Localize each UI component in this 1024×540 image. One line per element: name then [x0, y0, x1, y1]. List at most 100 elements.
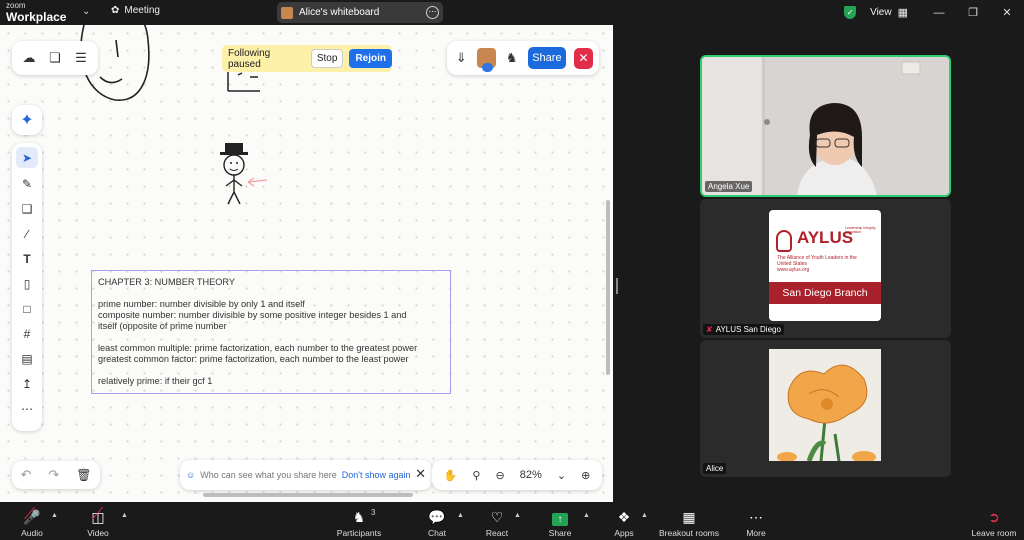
- more-icon[interactable]: ⋯: [16, 400, 38, 418]
- trash-icon[interactable]: 🗑: [76, 468, 91, 482]
- video-options-caret[interactable]: ▲: [121, 512, 128, 519]
- panel-splitter[interactable]: [616, 278, 618, 294]
- chat-label: Chat: [428, 528, 446, 538]
- undo-redo-panel: ↶ ↷ 🗑: [12, 461, 100, 489]
- mic-muted-icon: ✘: [706, 325, 713, 334]
- paw-icon: ✿: [111, 5, 120, 16]
- chevron-down-icon[interactable]: ⌄: [82, 6, 90, 17]
- select-icon[interactable]: ➤: [16, 147, 38, 168]
- react-options-caret[interactable]: ▲: [514, 512, 521, 519]
- dismiss-icon[interactable]: ✕: [415, 466, 426, 482]
- shapes-icon[interactable]: ❑: [16, 200, 38, 218]
- participant-name: Angela Xue: [708, 182, 750, 191]
- meeting-controls-bar: 🎤 ⟋ Audio ▲ ◫ ⟋ Video ▲ ♞ Participants 3 💬…: [0, 502, 1024, 540]
- following-paused-banner: Following paused Stop Rejoin: [222, 45, 392, 72]
- comment-icon[interactable]: □: [16, 300, 38, 318]
- breakout-grid-icon: ▦: [682, 509, 696, 525]
- participants-count: 3: [371, 508, 376, 517]
- chevron-down-icon[interactable]: ⌄: [557, 469, 566, 482]
- whiteboard-canvas[interactable]: CHAPTER 3: NUMBER THEORY prime number: n…: [0, 25, 613, 502]
- presenter-avatar[interactable]: [477, 48, 496, 72]
- grid-view-icon[interactable]: ▦: [898, 6, 908, 19]
- undo-icon[interactable]: ↶: [20, 467, 31, 483]
- share-button[interactable]: Share: [527, 47, 566, 69]
- number-theory-textbox[interactable]: CHAPTER 3: NUMBER THEORY prime number: n…: [91, 270, 451, 394]
- whiteboard-tab[interactable]: Alice's whiteboard ⋯: [277, 2, 443, 23]
- participants-label: Participants: [336, 528, 382, 538]
- apps-icon: ❖: [617, 509, 631, 525]
- line-icon[interactable]: ∕: [16, 225, 38, 243]
- more-button[interactable]: ⋯ More: [726, 507, 786, 538]
- frame-icon[interactable]: #: [16, 325, 38, 343]
- share-label: Share: [548, 528, 572, 538]
- flower-painting: [769, 349, 881, 461]
- upload-icon[interactable]: ↥: [16, 375, 38, 393]
- pages-icon[interactable]: ❏: [46, 49, 64, 67]
- textbox-line: prime number: number divisible by only 1…: [98, 299, 305, 309]
- video-tile-angela[interactable]: Angela Xue: [700, 55, 951, 197]
- dont-show-again-link[interactable]: Don't show again: [342, 470, 411, 480]
- more-options-icon[interactable]: ⋯: [426, 6, 439, 19]
- video-slash-icon: ⟋: [92, 506, 104, 523]
- leave-label: Leave room: [971, 528, 1017, 538]
- minimize-icon[interactable]: —: [922, 7, 956, 19]
- participant-name-caption: Alice: [703, 463, 727, 474]
- text-icon[interactable]: T: [16, 250, 38, 268]
- rejoin-button[interactable]: Rejoin: [349, 49, 392, 68]
- breakout-label: Breakout rooms: [659, 528, 719, 538]
- textbox-line: least common multiple: prime factorizati…: [98, 343, 418, 353]
- aylus-profile-image: AYLUS Leadership Integrity Innovation Th…: [769, 210, 881, 321]
- hand-icon[interactable]: ✋: [444, 469, 458, 482]
- video-tile-alice[interactable]: Alice: [700, 340, 951, 477]
- video-button[interactable]: ◫ ⟋ Video: [68, 506, 128, 538]
- participant-video: [702, 57, 949, 195]
- close-window-icon[interactable]: ✕: [990, 6, 1024, 19]
- zoom-in-icon[interactable]: ⊕: [581, 469, 590, 482]
- textbox-line: composite number: number divisible by so…: [98, 310, 407, 320]
- redo-icon[interactable]: ↷: [48, 467, 59, 483]
- participant-name: AYLUS San Diego: [715, 325, 781, 334]
- participant-name-caption: Angela Xue: [705, 181, 753, 192]
- security-shield-icon[interactable]: ✓: [844, 6, 857, 19]
- textbox-title: CHAPTER 3: NUMBER THEORY: [98, 277, 235, 287]
- meeting-menu[interactable]: ✿ Meeting: [111, 5, 160, 16]
- zoom-level[interactable]: 82%: [520, 469, 542, 481]
- audio-options-caret[interactable]: ▲: [51, 512, 58, 519]
- view-menu[interactable]: View: [870, 7, 892, 18]
- more-label: More: [746, 528, 766, 538]
- react-label: React: [485, 528, 509, 538]
- restore-icon[interactable]: ❐: [956, 6, 990, 19]
- chat-options-caret[interactable]: ▲: [457, 512, 464, 519]
- whiteboard-thumbnail: [281, 6, 293, 19]
- aylus-tagline: Leadership Integrity Innovation: [845, 226, 876, 234]
- share-screen-icon: ↑: [552, 513, 568, 526]
- tool-palette: ➤ ✎ ❑ ∕ T ▯ □ # ▤ ↥ ⋯: [12, 143, 42, 431]
- branch-band: San Diego Branch: [769, 282, 881, 304]
- hamburger-menu-icon[interactable]: ☰: [72, 49, 90, 67]
- eye-icon: [482, 63, 494, 72]
- locate-icon[interactable]: ⚲: [472, 469, 480, 482]
- share-screen-button[interactable]: ↑ Share: [530, 507, 590, 538]
- collapse-chevron-icon[interactable]: ⇓: [453, 49, 469, 67]
- logo-bottom-text: Workplace: [6, 10, 67, 24]
- board-menu-panel: ☁ ❏ ☰: [12, 41, 98, 75]
- pen-icon[interactable]: ✎: [16, 175, 38, 193]
- sticky-note-icon[interactable]: ▯: [16, 275, 38, 293]
- collaborators-icon[interactable]: ♞: [504, 49, 520, 67]
- stop-button[interactable]: Stop: [310, 49, 344, 68]
- breakout-rooms-button[interactable]: ▦ Breakout rooms: [659, 507, 719, 538]
- share-options-caret[interactable]: ▲: [583, 512, 590, 519]
- more-icon: ⋯: [749, 509, 763, 525]
- close-icon[interactable]: ✕: [573, 47, 594, 69]
- zoom-out-icon[interactable]: ⊖: [495, 469, 504, 482]
- leave-room-button[interactable]: ➲ Leave room: [964, 507, 1024, 538]
- horizontal-scrollbar[interactable]: [203, 493, 413, 497]
- template-icon[interactable]: ▤: [16, 350, 38, 368]
- ai-sparkle-icon[interactable]: ✦: [12, 105, 42, 135]
- whiteboard-tab-title: Alice's whiteboard: [299, 7, 380, 18]
- participants-button[interactable]: ♞ Participants: [329, 507, 389, 538]
- cloud-save-icon[interactable]: ☁: [20, 49, 38, 67]
- vertical-scrollbar[interactable]: [606, 200, 610, 375]
- apps-options-caret[interactable]: ▲: [641, 512, 648, 519]
- video-tile-aylus[interactable]: AYLUS Leadership Integrity Innovation Th…: [700, 199, 951, 338]
